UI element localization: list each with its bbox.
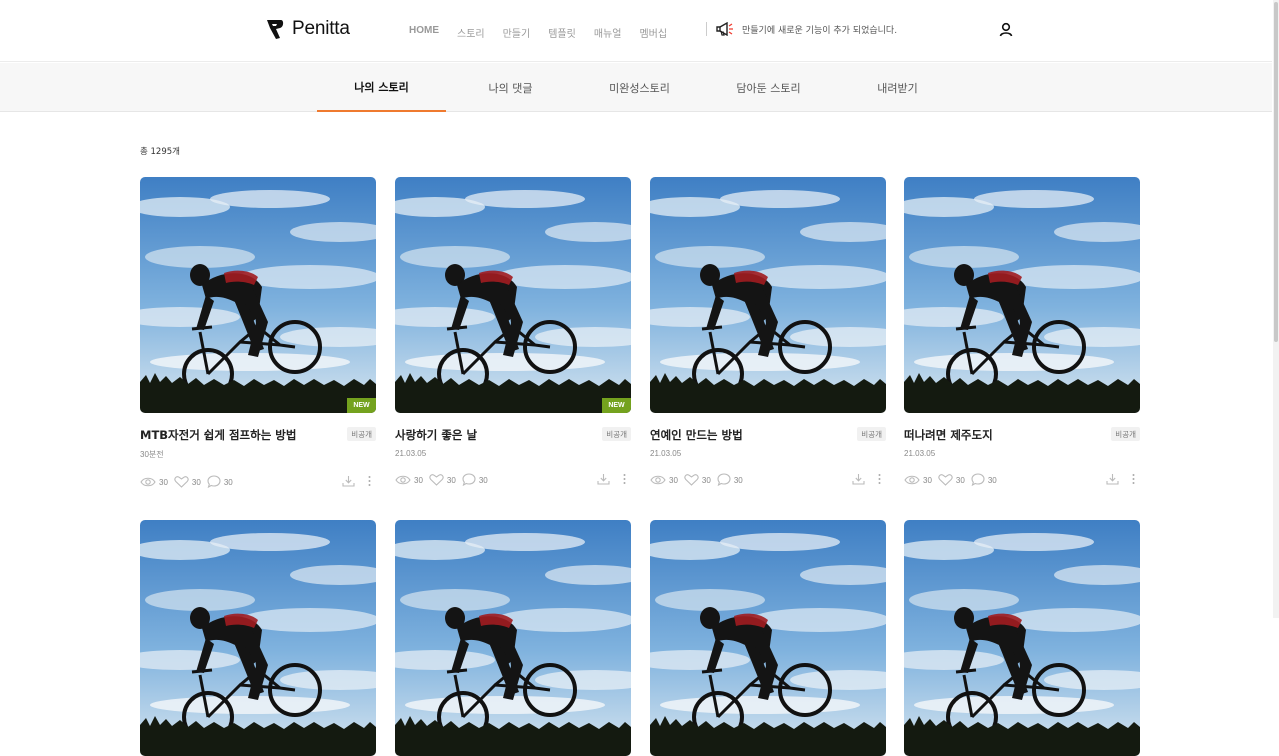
story-date: 30분전: [140, 450, 164, 459]
tab-saved[interactable]: 담아둔 스토리: [704, 63, 833, 112]
story-thumbnail[interactable]: [904, 520, 1140, 756]
story-title[interactable]: 사랑하기 좋은 날: [395, 427, 477, 443]
heart-icon[interactable]: [174, 473, 189, 492]
notice-text: 만들기에 새로운 기능이 추가 되었습니다.: [742, 25, 898, 36]
story-card[interactable]: [140, 520, 376, 756]
visibility-badge: 비공개: [347, 427, 376, 441]
story-date: 21.03.05: [395, 449, 427, 458]
story-card[interactable]: NEW 사랑하기 좋은 날 비공개 21.03.05 30 30 30: [395, 177, 631, 488]
story-thumbnail[interactable]: NEW: [395, 177, 631, 413]
logo[interactable]: Penitta: [265, 18, 350, 40]
total-count: 총 1295개: [140, 147, 180, 157]
nav-manual[interactable]: 매뉴얼: [594, 25, 622, 40]
story-title[interactable]: 떠나려면 제주도지: [904, 427, 993, 443]
comments-count: 30: [733, 475, 743, 485]
nav-story[interactable]: 스토리: [457, 25, 485, 40]
tab-my-comments[interactable]: 나의 댓글: [446, 63, 575, 112]
comments-count: 30: [478, 475, 488, 485]
download-icon[interactable]: [852, 473, 865, 485]
more-vertical-icon[interactable]: [1131, 473, 1136, 485]
eye-icon: [904, 471, 920, 490]
nav-membership[interactable]: 멤버십: [639, 25, 667, 40]
story-title[interactable]: MTB자전거 쉽게 점프하는 방법: [140, 427, 296, 443]
comments-count: 30: [987, 475, 997, 485]
story-thumbnail[interactable]: [650, 520, 886, 756]
visibility-badge: 비공개: [1111, 427, 1140, 441]
views-count: 30: [923, 475, 932, 485]
story-thumbnail[interactable]: [904, 177, 1140, 413]
views-count: 30: [669, 475, 678, 485]
megaphone-icon: [716, 22, 733, 36]
download-icon[interactable]: [342, 475, 355, 487]
story-thumbnail[interactable]: [650, 177, 886, 413]
brand-name: Penitta: [292, 18, 350, 39]
site-header: Penitta HOME 스토리 만들기 템플릿 매뉴얼 멤버십 만들기에 새로…: [0, 0, 1272, 62]
more-vertical-icon[interactable]: [877, 473, 882, 485]
comments-count: 30: [223, 477, 233, 487]
more-vertical-icon[interactable]: [367, 475, 372, 487]
tab-downloads[interactable]: 내려받기: [833, 63, 962, 112]
story-date: 21.03.05: [650, 449, 682, 458]
story-title[interactable]: 연예인 만드는 방법: [650, 427, 743, 443]
heart-icon[interactable]: [684, 471, 699, 490]
divider: [706, 22, 707, 36]
eye-icon: [140, 473, 156, 492]
scrollbar[interactable]: [1273, 0, 1279, 618]
main-nav: HOME 스토리 만들기 템플릿 매뉴얼 멤버십: [409, 25, 685, 40]
eye-icon: [395, 471, 411, 490]
new-badge: NEW: [602, 398, 631, 413]
download-icon[interactable]: [1106, 473, 1119, 485]
likes-count: 30: [955, 475, 965, 485]
user-icon[interactable]: [998, 22, 1014, 42]
story-card[interactable]: 떠나려면 제주도지 비공개 21.03.05 30 30 30: [904, 177, 1140, 488]
comment-icon[interactable]: [462, 471, 476, 490]
new-badge: NEW: [347, 398, 376, 413]
story-thumbnail[interactable]: [140, 520, 376, 756]
likes-count: 30: [701, 475, 711, 485]
story-card[interactable]: 연예인 만드는 방법 비공개 21.03.05 30 30 30: [650, 177, 886, 488]
story-date: 21.03.05: [904, 449, 936, 458]
story-card[interactable]: [395, 520, 631, 756]
likes-count: 30: [191, 477, 201, 487]
tab-my-story[interactable]: 나의 스토리: [317, 63, 446, 112]
story-card[interactable]: [904, 520, 1140, 756]
views-count: 30: [159, 477, 168, 487]
likes-count: 30: [446, 475, 456, 485]
visibility-badge: 비공개: [602, 427, 631, 441]
story-thumbnail[interactable]: NEW: [140, 177, 376, 413]
story-thumbnail[interactable]: [395, 520, 631, 756]
scroll-thumb[interactable]: [1274, 2, 1278, 342]
eye-icon: [650, 471, 666, 490]
tab-drafts[interactable]: 미완성스토리: [575, 63, 704, 112]
comment-icon[interactable]: [207, 473, 221, 492]
heart-icon[interactable]: [938, 471, 953, 490]
more-vertical-icon[interactable]: [622, 473, 627, 485]
penitta-logo-icon: [267, 20, 284, 39]
nav-home[interactable]: HOME: [409, 25, 439, 40]
visibility-badge: 비공개: [857, 427, 886, 441]
nav-template[interactable]: 템플릿: [548, 25, 576, 40]
comment-icon[interactable]: [717, 471, 731, 490]
heart-icon[interactable]: [429, 471, 444, 490]
download-icon[interactable]: [597, 473, 610, 485]
notice-banner[interactable]: 만들기에 새로운 기능이 추가 되었습니다.: [706, 22, 897, 36]
story-tabs: 나의 스토리 나의 댓글 미완성스토리 담아둔 스토리 내려받기: [0, 63, 1272, 112]
story-card[interactable]: NEW MTB자전거 쉽게 점프하는 방법 비공개 30분전 30 30 30: [140, 177, 376, 490]
views-count: 30: [414, 475, 423, 485]
comment-icon[interactable]: [971, 471, 985, 490]
story-card[interactable]: [650, 520, 886, 756]
nav-create[interactable]: 만들기: [503, 25, 531, 40]
